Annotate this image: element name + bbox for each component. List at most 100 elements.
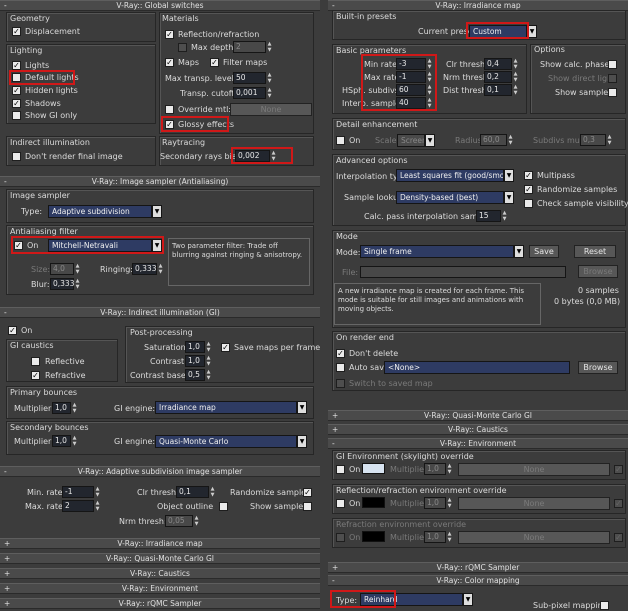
- dist-thresh-spinner[interactable]: ▲ ▼: [512, 84, 519, 96]
- gi-env-multiplier-field[interactable]: 1,0: [424, 463, 446, 475]
- mode-dropdown-arrow[interactable]: ▼: [514, 245, 524, 258]
- radius-field[interactable]: 60,0: [480, 134, 507, 146]
- refl-env-multiplier-spinner[interactable]: ▲ ▼: [446, 497, 453, 509]
- auto-save-browse-button[interactable]: Browse: [578, 361, 618, 374]
- nrm-thresh-spinner[interactable]: ▲ ▼: [512, 71, 519, 83]
- refl-env-multiplier-field[interactable]: 1,0: [424, 497, 446, 509]
- rollout-rqmc-collapsed[interactable]: + V-Ray:: rQMC Sampler: [0, 598, 320, 609]
- refr-env-color-swatch[interactable]: [362, 531, 385, 542]
- rollout-qmc-gi-collapsed[interactable]: + V-Ray:: Quasi-Monte Carlo GI: [0, 553, 320, 564]
- gi-env-checkbox[interactable]: [336, 465, 345, 474]
- preset-dropdown[interactable]: Custom: [469, 25, 527, 38]
- max-depth-field[interactable]: 2: [233, 41, 266, 53]
- primary-engine-dropdown[interactable]: Irradiance map: [155, 401, 297, 414]
- refl-env-color-swatch[interactable]: [362, 497, 385, 508]
- color-type-dropdown[interactable]: Reinhard: [360, 593, 463, 606]
- adaptive-min-rate-field[interactable]: -1: [62, 486, 94, 498]
- subdivs-mult-field[interactable]: 0,3: [580, 134, 606, 146]
- radius-spinner[interactable]: ▲ ▼: [507, 134, 514, 146]
- calc-pass-field[interactable]: 15: [476, 210, 501, 222]
- max-transp-field[interactable]: 50: [233, 72, 266, 84]
- adaptive-min-rate-spinner[interactable]: ▲ ▼: [94, 486, 101, 498]
- refl-env-checkbox[interactable]: [336, 499, 345, 508]
- multipass-checkbox[interactable]: ✓: [524, 171, 533, 180]
- contrast-spinner[interactable]: ▲ ▼: [205, 355, 212, 367]
- ringing-spinner[interactable]: ▲ ▼: [157, 263, 164, 275]
- refractive-checkbox[interactable]: ✓: [31, 371, 40, 380]
- clr-thresh-spinner[interactable]: ▲ ▼: [512, 58, 519, 70]
- ringing-field[interactable]: 0,333: [132, 263, 157, 275]
- rollout-caustics[interactable]: + V-Ray:: Caustics: [328, 424, 628, 435]
- displacement-checkbox[interactable]: ✓: [12, 27, 21, 36]
- object-outline-checkbox[interactable]: [219, 502, 228, 511]
- auto-save-field[interactable]: <None>: [384, 361, 570, 374]
- default-lights-checkbox[interactable]: [12, 73, 21, 82]
- size-field[interactable]: 4,0: [50, 263, 74, 275]
- randomize-checkbox[interactable]: ✓: [303, 488, 312, 497]
- rollout-environment[interactable]: - V-Ray:: Environment: [328, 438, 628, 449]
- show-samples-checkbox[interactable]: [303, 502, 312, 511]
- gi-on-checkbox[interactable]: ✓: [8, 326, 17, 335]
- secondary-engine-dropdown[interactable]: Quasi-Monte Carlo: [155, 435, 297, 448]
- show-samples-checkbox[interactable]: [608, 88, 617, 97]
- hidden-lights-checkbox[interactable]: ✓: [12, 86, 21, 95]
- min-rate-spinner[interactable]: ▲ ▼: [426, 58, 433, 70]
- adaptive-max-rate-spinner[interactable]: ▲ ▼: [94, 500, 101, 512]
- scale-dropdown-arrow[interactable]: ▼: [425, 134, 435, 147]
- reset-button[interactable]: Reset: [574, 245, 616, 258]
- primary-multiplier-spinner[interactable]: ▲ ▼: [71, 402, 78, 414]
- dont-delete-checkbox[interactable]: ✓: [336, 349, 345, 358]
- sampler-type-arrow[interactable]: ▼: [152, 205, 162, 218]
- secondary-engine-arrow[interactable]: ▼: [297, 435, 307, 448]
- file-field[interactable]: [360, 266, 566, 278]
- secondary-bias-field[interactable]: 0,002: [235, 150, 270, 162]
- filter-dropdown-arrow[interactable]: ▼: [152, 239, 162, 252]
- gi-env-color-swatch[interactable]: [362, 463, 385, 474]
- rollout-caustics-collapsed[interactable]: + V-Ray:: Caustics: [0, 568, 320, 579]
- rollout-adaptive-subdivision[interactable]: - V-Ray:: Adaptive subdivision image samp…: [0, 466, 320, 477]
- check-vis-checkbox[interactable]: [524, 199, 533, 208]
- rollout-color-mapping[interactable]: - V-Ray:: Color mapping: [328, 575, 628, 586]
- color-type-arrow[interactable]: ▼: [463, 593, 473, 606]
- dont-render-checkbox[interactable]: [12, 152, 21, 161]
- refr-env-multiplier-field[interactable]: 1,0: [424, 531, 446, 543]
- subpixel-checkbox[interactable]: [600, 601, 609, 610]
- override-mtl-button[interactable]: None: [230, 103, 312, 116]
- interp-type-arrow[interactable]: ▼: [504, 169, 514, 182]
- refr-env-map-button[interactable]: None: [458, 531, 610, 544]
- override-mtl-checkbox[interactable]: [165, 105, 174, 114]
- filter-on-checkbox[interactable]: ✓: [14, 241, 23, 250]
- scale-dropdown[interactable]: Screen: [397, 134, 425, 147]
- filter-maps-checkbox[interactable]: ✓: [210, 58, 219, 67]
- contrast-base-field[interactable]: 0,5: [185, 369, 205, 381]
- dist-thresh-field[interactable]: 0,1: [484, 84, 512, 96]
- rollout-global-switches[interactable]: - V-Ray:: Global switches: [0, 0, 320, 11]
- calc-pass-spinner[interactable]: ▲ ▼: [501, 210, 508, 222]
- nrm-thresh-field[interactable]: 0,2: [484, 71, 512, 83]
- rollout-image-sampler[interactable]: - V-Ray:: Image sampler (Antialiasing): [0, 176, 320, 187]
- randomize-checkbox[interactable]: ✓: [524, 185, 533, 194]
- interp-samples-field[interactable]: 40: [396, 97, 426, 109]
- sample-lookup-dropdown[interactable]: Density-based (best): [396, 191, 504, 204]
- transp-cutoff-spinner[interactable]: ▲ ▼: [266, 87, 273, 99]
- rollout-environment-collapsed[interactable]: + V-Ray:: Environment: [0, 583, 320, 594]
- interp-samples-spinner[interactable]: ▲ ▼: [426, 97, 433, 109]
- show-calc-checkbox[interactable]: [608, 60, 617, 69]
- gi-env-map-button[interactable]: None: [458, 463, 610, 476]
- saturation-spinner[interactable]: ▲ ▼: [205, 341, 212, 353]
- rollout-irradiance-map-collapsed[interactable]: + V-Ray:: Irradiance map: [0, 538, 320, 549]
- show-gi-only-checkbox[interactable]: [12, 111, 21, 120]
- glossy-effects-checkbox[interactable]: ✓: [165, 120, 174, 129]
- filter-dropdown[interactable]: Mitchell-Netravali: [48, 239, 152, 252]
- refr-env-checkbox[interactable]: [336, 533, 345, 542]
- max-depth-checkbox[interactable]: [178, 43, 187, 52]
- interp-type-dropdown[interactable]: Least squares fit (good/smooth: [396, 169, 504, 182]
- rollout-rqmc[interactable]: + V-Ray:: rQMC Sampler: [328, 562, 628, 573]
- gi-env-multiplier-spinner[interactable]: ▲ ▼: [446, 463, 453, 475]
- clr-thresh-field[interactable]: 0,4: [484, 58, 512, 70]
- secondary-multiplier-spinner[interactable]: ▲ ▼: [71, 435, 78, 447]
- reflection-checkbox[interactable]: ✓: [165, 30, 174, 39]
- file-browse-button[interactable]: Browse: [578, 265, 618, 278]
- contrast-field[interactable]: 1,0: [185, 355, 205, 367]
- adaptive-clr-thresh-field[interactable]: 0,1: [176, 486, 209, 498]
